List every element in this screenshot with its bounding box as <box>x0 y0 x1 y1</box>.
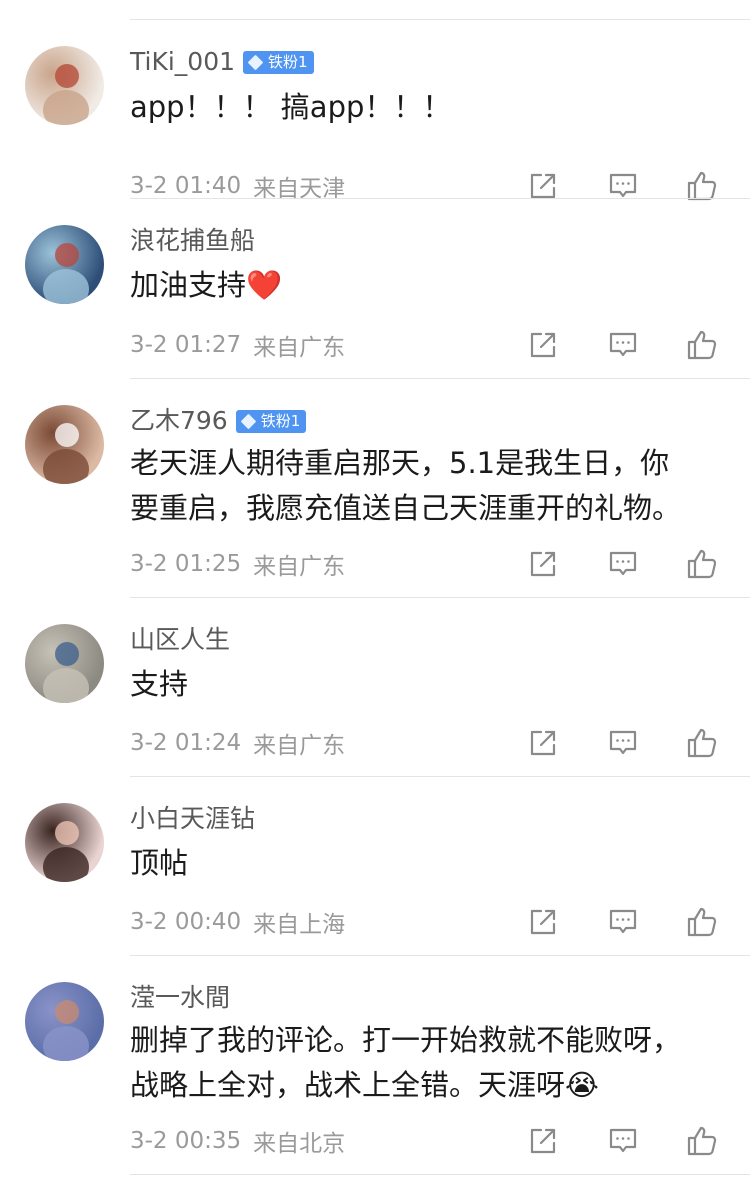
avatar[interactable] <box>25 624 104 703</box>
comment-icon <box>607 1125 639 1157</box>
comment-icon <box>607 548 639 580</box>
diamond-icon <box>240 413 256 429</box>
share-icon <box>527 906 559 938</box>
name-row: 小白天涯钻 <box>130 803 255 835</box>
comment-meta: 3-2 01:25 来自广东 <box>130 549 346 580</box>
share-button[interactable] <box>524 1122 562 1160</box>
thumbs-up-icon <box>685 726 719 760</box>
fan-badge: 铁粉1 <box>235 409 307 433</box>
thumbs-up-icon <box>685 328 719 362</box>
comment-location: 来自广东 <box>253 335 346 361</box>
comment-icon <box>607 727 639 759</box>
share-button[interactable] <box>524 545 562 583</box>
comment-location: 来自上海 <box>253 912 346 938</box>
like-button[interactable] <box>683 545 721 583</box>
comment-location: 来自广东 <box>253 554 346 580</box>
share-icon <box>527 1125 559 1157</box>
comment-icon <box>607 906 639 938</box>
avatar[interactable] <box>25 982 104 1061</box>
comment-location: 来自北京 <box>253 1131 346 1157</box>
comment-item: 小白天涯钻顶帖 3-2 00:40 来自上海 <box>0 777 750 956</box>
comment-text-line: 老天涯人期待重启那天，5.1是我生日，你 <box>130 446 670 480</box>
comment-text-line: 支持 <box>130 667 189 701</box>
comment-item: 浪花捕鱼船加油支持❤️ 3-2 01:27 来自广东 <box>0 199 750 379</box>
share-icon <box>527 548 559 580</box>
comment-date: 3-2 01:40 <box>130 173 242 199</box>
comment-icon <box>607 329 639 361</box>
divider <box>130 1174 750 1175</box>
comment-location: 来自广东 <box>253 733 346 759</box>
comment-item: 滢一水間删掉了我的评论。打一开始救就不能败呀， 战略上全对，战术上全错。天涯呀😭 3… <box>0 956 750 1175</box>
share-button[interactable] <box>524 326 562 364</box>
comment-meta: 3-2 00:40 来自上海 <box>130 907 346 938</box>
comment-date: 3-2 00:40 <box>130 909 242 935</box>
comment-text-line: app！！！ 搞app！！！ <box>130 90 452 124</box>
comment-text-line: 顶帖 <box>130 846 189 880</box>
comment-date: 3-2 01:25 <box>130 551 242 577</box>
comment-text-line: 删掉了我的评论。打一开始救就不能败呀， <box>130 1023 682 1057</box>
like-button[interactable] <box>683 326 721 364</box>
comment-text: app！！！ 搞app！！！ <box>130 85 730 130</box>
avatar[interactable] <box>25 46 104 125</box>
comment-meta: 3-2 01:27 来自广东 <box>130 330 346 361</box>
comment-date: 3-2 01:24 <box>130 730 242 756</box>
username[interactable]: 浪花捕鱼船 <box>130 225 255 257</box>
comment-text: 删掉了我的评论。打一开始救就不能败呀， 战略上全对，战术上全错。天涯呀😭 <box>130 1018 730 1108</box>
name-row: 山区人生 <box>130 624 230 656</box>
comment-meta: 3-2 01:40 来自天津 <box>130 171 345 202</box>
comment-text-line: 战略上全对，战术上全错。天涯呀😭 <box>130 1068 599 1102</box>
comment-date: 3-2 01:27 <box>130 332 242 358</box>
comment-meta: 3-2 01:24 来自广东 <box>130 728 346 759</box>
comment-text: 老天涯人期待重启那天，5.1是我生日，你 要重启，我愿充值送自己天涯重开的礼物。 <box>130 441 730 531</box>
comment-text: 加油支持❤️ <box>130 263 730 308</box>
reply-button[interactable] <box>604 903 642 941</box>
comment-text: 顶帖 <box>130 841 730 886</box>
username[interactable]: 小白天涯钻 <box>130 803 255 835</box>
share-icon <box>527 727 559 759</box>
share-button[interactable] <box>524 724 562 762</box>
thumbs-up-icon <box>685 905 719 939</box>
avatar[interactable] <box>25 225 104 304</box>
like-button[interactable] <box>683 1122 721 1160</box>
fan-badge-label: 铁粉1 <box>260 411 301 430</box>
comment-item: 乙木796 铁粉1 老天涯人期待重启那天，5.1是我生日，你 要重启，我愿充值送自己天… <box>0 379 750 598</box>
comment-meta: 3-2 00:35 来自北京 <box>130 1126 346 1157</box>
thumbs-up-icon <box>685 1124 719 1158</box>
like-button[interactable] <box>683 724 721 762</box>
reply-button[interactable] <box>604 1122 642 1160</box>
name-row: 滢一水間 <box>130 982 230 1014</box>
fan-badge-label: 铁粉1 <box>268 52 308 71</box>
avatar[interactable] <box>25 803 104 882</box>
avatar[interactable] <box>25 405 104 484</box>
reply-button[interactable] <box>604 326 642 364</box>
fan-badge: 铁粉1 <box>243 50 314 74</box>
name-row: 乙木796 铁粉1 <box>130 405 307 437</box>
share-button[interactable] <box>524 903 562 941</box>
username[interactable]: TiKi_001 <box>130 46 235 78</box>
username[interactable]: 山区人生 <box>130 624 230 656</box>
like-button[interactable] <box>683 903 721 941</box>
diamond-icon <box>247 54 264 70</box>
thumbs-up-icon <box>685 547 719 581</box>
comment-text: 支持 <box>130 662 730 707</box>
username[interactable]: 乙木796 <box>130 405 228 437</box>
username[interactable]: 滢一水間 <box>130 982 230 1014</box>
name-row: 浪花捕鱼船 <box>130 225 255 257</box>
comment-date: 3-2 00:35 <box>130 1128 242 1154</box>
comment-item: 山区人生支持 3-2 01:24 来自广东 <box>0 598 750 777</box>
reply-button[interactable] <box>604 724 642 762</box>
reply-button[interactable] <box>604 545 642 583</box>
comment-text-line: 加油支持❤️ <box>130 268 283 302</box>
comment-item: TiKi_001 铁粉1 app！！！ 搞app！！！ 3-2 01:40 来自天津 <box>0 20 750 202</box>
comment-text-line: 要重启，我愿充值送自己天涯重开的礼物。 <box>130 491 682 525</box>
name-row: TiKi_001 铁粉1 <box>130 46 314 78</box>
comment-list: TiKi_001 铁粉1 app！！！ 搞app！！！ 3-2 01:40 来自天津 浪花… <box>0 0 750 1178</box>
share-icon <box>527 329 559 361</box>
